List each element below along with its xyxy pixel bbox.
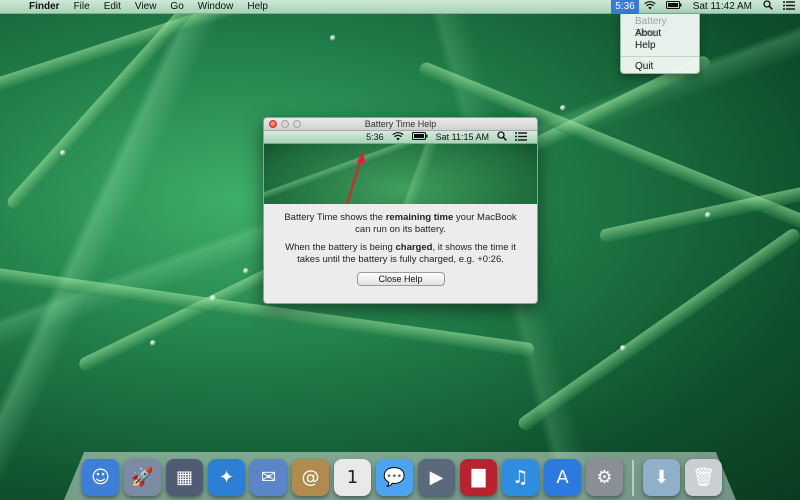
water-drop	[620, 345, 626, 351]
water-drop	[705, 212, 711, 218]
notification-center-icon[interactable]	[778, 0, 800, 13]
water-drop	[150, 340, 156, 346]
grass-blade	[0, 0, 457, 104]
dock: ☺ 🚀 ▦ ✦ ✉ @1 💬 ▶ ▇ ♫ A ⚙ ⬇ 🗑	[82, 452, 722, 496]
help-paragraph-charging: When the battery is being charged, it sh…	[285, 242, 516, 265]
close-window-button[interactable]	[269, 120, 277, 128]
water-drop	[243, 268, 249, 274]
grass-blade	[515, 226, 800, 433]
menu-item-battery-time-header: Battery Time	[635, 16, 667, 39]
close-help-button[interactable]: Close Help	[356, 272, 445, 286]
menu-help[interactable]: Help	[240, 1, 275, 12]
safari-icon[interactable]: ✦	[208, 459, 245, 496]
menu-go[interactable]: Go	[163, 1, 190, 12]
menu-item-help[interactable]: Help	[621, 40, 699, 52]
mail-icon[interactable]: ✉	[250, 459, 287, 496]
menu-edit[interactable]: Edit	[97, 1, 128, 12]
finder-icon[interactable]: ☺	[82, 459, 119, 496]
zoom-window-button[interactable]	[293, 120, 301, 128]
menu-app-finder[interactable]: Finder	[22, 1, 67, 12]
contacts-icon[interactable]: @	[292, 459, 329, 496]
menu-view[interactable]: View	[128, 1, 164, 12]
wifi-icon[interactable]	[639, 0, 661, 13]
window-titlebar[interactable]: Battery Time Help	[264, 118, 537, 131]
menu-bar-clock[interactable]: Sat 11:42 AM	[687, 1, 758, 12]
app-store-icon[interactable]: A	[544, 459, 581, 496]
status-menus: 5:36 Sat 11:42 AM	[611, 0, 800, 14]
launchpad-icon[interactable]: 🚀	[124, 459, 161, 496]
grass-blade	[4, 0, 216, 212]
photo-booth-icon[interactable]: ▇	[460, 459, 497, 496]
menu-bar: Finder File Edit View Go Window Help 5:3…	[0, 0, 800, 14]
battery-time-help-window: Battery Time Help 5:36 Sat 11:15 AM Batt…	[263, 117, 538, 304]
battery-time-menu: Battery Time About Help Quit	[620, 14, 700, 74]
itunes-icon[interactable]: ♫	[502, 459, 539, 496]
window-controls	[269, 120, 301, 128]
menu-file[interactable]: File	[67, 1, 97, 12]
dock-separator	[632, 460, 634, 496]
battery-icon[interactable]	[661, 1, 687, 12]
menu-separator	[621, 56, 699, 57]
help-paragraph-remaining: Battery Time shows the remaining time yo…	[284, 212, 517, 235]
menu-bar-preview-image: 5:36 Sat 11:15 AM	[264, 131, 537, 204]
facetime-icon[interactable]: ▶	[418, 459, 455, 496]
menu-item-quit[interactable]: Quit	[621, 61, 699, 73]
battery-time-status-item[interactable]: 5:36	[611, 0, 639, 14]
spotlight-search-icon[interactable]	[758, 0, 778, 13]
calendar-icon[interactable]: 1	[334, 459, 371, 496]
system-preferences-icon[interactable]: ⚙	[586, 459, 623, 496]
water-drop	[330, 35, 336, 41]
trash-icon[interactable]: 🗑	[685, 459, 722, 496]
window-title: Battery Time Help	[364, 119, 437, 129]
help-description: Battery Time shows the remaining time yo…	[264, 204, 537, 266]
water-drop	[60, 150, 66, 156]
messages-icon[interactable]: 💬	[376, 459, 413, 496]
water-drop	[210, 295, 216, 301]
downloads-folder-icon[interactable]: ⬇	[643, 459, 680, 496]
red-arrow-icon	[345, 151, 365, 204]
menu-item-about[interactable]: About	[621, 28, 699, 40]
water-drop	[560, 105, 566, 111]
menu-window[interactable]: Window	[191, 1, 241, 12]
minimize-window-button[interactable]	[281, 120, 289, 128]
mission-control-icon[interactable]: ▦	[166, 459, 203, 496]
